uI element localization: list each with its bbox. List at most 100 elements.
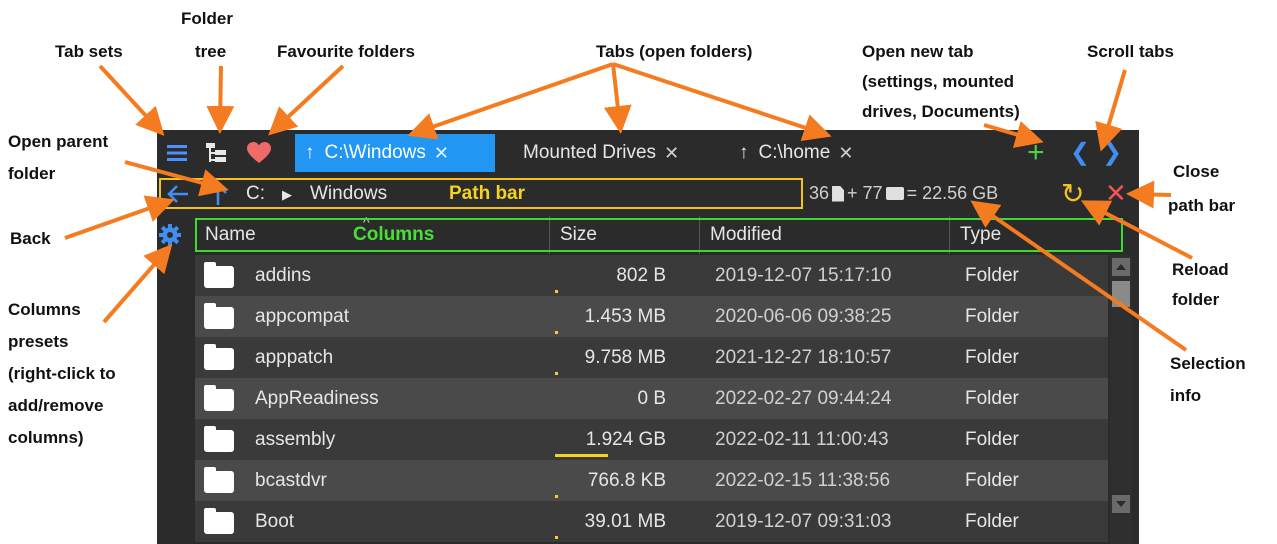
cell-modified: 2022-02-15 11:38:56 [715, 470, 891, 491]
cell-name: bcastdvr [255, 470, 327, 491]
table-row[interactable]: addins 802 B 2019-12-07 15:17:10 Folder [195, 255, 1108, 296]
annotation-presets-line5: columns) [8, 428, 84, 447]
folder-icon [204, 303, 234, 329]
close-path-bar-icon[interactable]: ✕ [1105, 178, 1127, 209]
folder-icon [204, 508, 234, 534]
annotation-selection-line2: info [1170, 386, 1202, 405]
gear-icon[interactable] [157, 220, 185, 250]
cell-modified: 2022-02-27 09:44:24 [715, 388, 892, 409]
folder-icon [204, 262, 234, 288]
cell-modified: 2019-12-07 09:31:03 [715, 511, 892, 532]
folder-icon [204, 426, 234, 452]
arrow-favourites [268, 64, 345, 136]
folder-count: + 77 [847, 183, 883, 203]
close-icon[interactable]: ✕ [434, 143, 449, 164]
arrow-tab-sets [98, 64, 165, 136]
annotation-presets-line1: Columns [8, 300, 81, 319]
annotation-open-parent-line1: Open parent [8, 132, 109, 151]
cell-name: AppReadiness [255, 388, 379, 409]
cell-size: 802 B [616, 265, 666, 286]
path-separator-icon[interactable]: ▶ [282, 187, 292, 203]
tab-up-arrow-icon: ↑ [739, 142, 749, 163]
path-segment-drive[interactable]: C: [246, 183, 265, 205]
table-row[interactable]: appcompat 1.453 MB 2020-06-06 09:38:25 Fold… [195, 296, 1108, 337]
size-bar [555, 290, 558, 293]
selection-info: 36 + 77 = 22.56 GB [809, 183, 998, 204]
scroll-right-icon[interactable]: ❯ [1102, 136, 1122, 170]
file-icon [832, 185, 845, 202]
cell-size: 39.01 MB [584, 511, 666, 532]
table-row[interactable]: Boot 39.01 MB 2019-12-07 09:31:03 Folder [195, 501, 1108, 542]
total-size: = 22.56 GB [906, 183, 999, 203]
annotation-presets-line4: add/remove [8, 396, 104, 415]
arrow-folder-tree [206, 65, 235, 134]
vertical-scrollbar[interactable] [1110, 255, 1132, 544]
tab-home[interactable]: ↑ C:\home ✕ [729, 134, 899, 172]
tab-windows[interactable]: ↑ C:\Windows ✕ [295, 134, 495, 172]
scroll-down-button[interactable] [1112, 495, 1130, 513]
cell-type: Folder [965, 306, 1019, 327]
path-segment-folder[interactable]: Windows [310, 183, 387, 205]
up-arrow-icon[interactable] [203, 179, 233, 209]
path-bar: C: ▶ Windows Path bar 36 + 77 = 22.56 GB… [157, 175, 1139, 215]
arrow-tabs-mounted [603, 63, 632, 134]
cell-size: 0 B [637, 388, 666, 409]
tab-sets-icon[interactable] [162, 138, 192, 168]
annotation-favourites: Favourite folders [277, 42, 415, 61]
size-bar [555, 372, 558, 375]
cell-size: 1.924 GB [585, 429, 666, 450]
tab-label: Mounted Drives [523, 142, 657, 163]
heart-icon[interactable] [244, 138, 274, 168]
table-row[interactable]: bcastdvr 766.8 KB 2022-02-15 11:38:56 Folde… [195, 460, 1108, 501]
tab-label: C:\Windows [324, 142, 426, 163]
annotation-tab-sets: Tab sets [55, 42, 123, 61]
cell-name: assembly [255, 429, 336, 450]
file-browser-window: ↑ C:\Windows ✕ Mounted Drives ✕ ↑ C:\hom… [157, 130, 1139, 544]
tab-bar: ↑ C:\Windows ✕ Mounted Drives ✕ ↑ C:\hom… [157, 130, 1139, 175]
folder-icon [204, 344, 234, 370]
cell-type: Folder [965, 388, 1019, 409]
cell-modified: 2022-02-11 11:00:43 [715, 429, 889, 450]
close-icon[interactable]: ✕ [664, 143, 679, 164]
tab-up-arrow-icon: ↑ [305, 142, 315, 163]
annotation-new-tab-line2: (settings, mounted [862, 72, 1015, 91]
cell-name: appcompat [255, 306, 350, 327]
cell-type: Folder [965, 265, 1019, 286]
folder-icon [204, 385, 234, 411]
scrollbar-thumb[interactable] [1112, 281, 1130, 307]
annotation-presets-line3: (right-click to [8, 364, 116, 383]
annotation-selection-line1: Selection [1170, 354, 1246, 373]
table-row[interactable]: AppReadiness 0 B 2022-02-27 09:44:24 Folder [195, 378, 1108, 419]
scroll-left-icon[interactable]: ❮ [1070, 136, 1090, 170]
arrow-back [64, 195, 175, 240]
cell-type: Folder [965, 470, 1019, 491]
scroll-up-button[interactable] [1112, 258, 1130, 276]
cell-size: 9.758 MB [584, 347, 666, 368]
folder-icon [885, 187, 904, 200]
arrow-tabs-home [612, 62, 832, 141]
new-tab-button[interactable]: + [1027, 136, 1045, 170]
back-arrow-icon[interactable] [163, 179, 193, 209]
close-icon[interactable]: ✕ [838, 143, 853, 164]
annotation-back: Back [10, 229, 51, 248]
cell-size: 766.8 KB [587, 470, 666, 491]
table-row[interactable]: assembly 1.924 GB 2022-02-11 11:00:43 Folde… [195, 419, 1108, 460]
size-bar [555, 454, 608, 457]
reload-icon[interactable]: ↻ [1061, 177, 1084, 210]
arrow-tabs-windows [407, 62, 614, 140]
annotation-close-path-line1: Close [1173, 162, 1220, 181]
cell-modified: 2021-12-27 18:10:57 [715, 347, 892, 368]
folder-icon [204, 467, 234, 493]
path-bar-label: Path bar [449, 183, 526, 204]
column-header: Name ^ Columns Size Modified Type [157, 214, 1139, 254]
columns-highlight [195, 218, 1123, 252]
annotation-new-tab-line1: Open new tab [862, 42, 974, 61]
cell-size: 1.453 MB [584, 306, 666, 327]
cell-type: Folder [965, 429, 1019, 450]
arrow-close-path [1126, 180, 1172, 209]
folder-tree-icon[interactable] [201, 138, 231, 168]
table-row[interactable]: apppatch 9.758 MB 2021-12-27 18:10:57 Folde… [195, 337, 1108, 378]
size-bar [555, 495, 558, 498]
cell-type: Folder [965, 347, 1019, 368]
tab-mounted-drives[interactable]: Mounted Drives ✕ [513, 134, 713, 172]
